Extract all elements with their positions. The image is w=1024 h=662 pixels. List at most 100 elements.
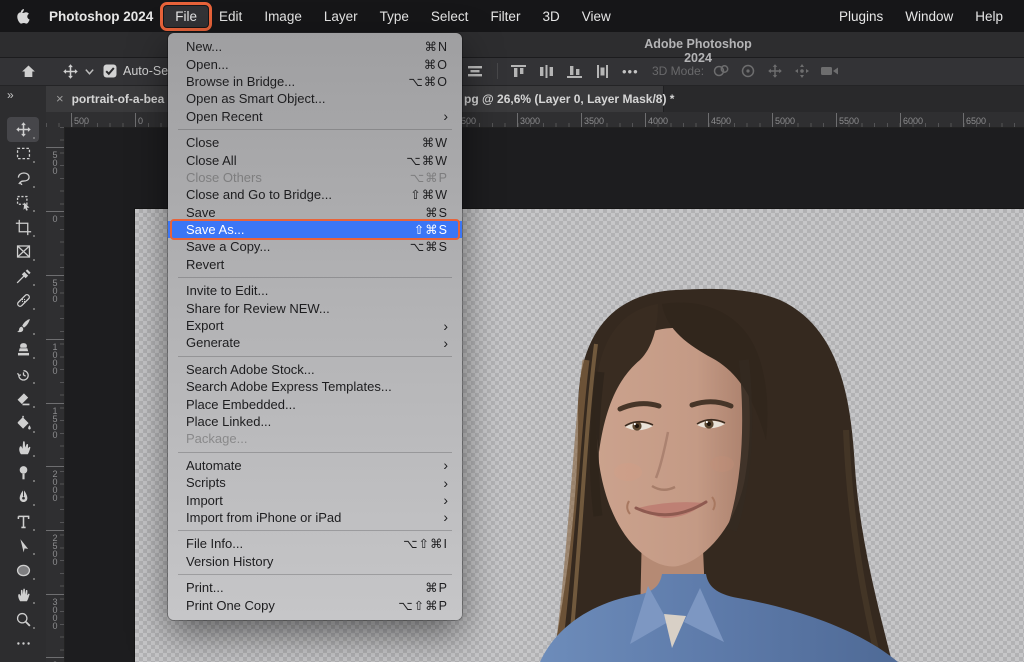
tool-zoom[interactable] [7,607,39,632]
tool-paint-bucket[interactable] [7,411,39,436]
menu-item-close-all[interactable]: Close All ⌥⌘W [168,151,462,168]
tool-type[interactable] [7,509,39,534]
tool-eraser[interactable] [7,387,39,412]
home-icon[interactable] [20,61,37,81]
tools-panel [0,112,46,662]
tool-history-brush[interactable] [7,362,39,387]
tool-object-selection[interactable] [7,191,39,216]
menu-item-browse-in-bridge[interactable]: Browse in Bridge... ⌥⌘O [168,73,462,90]
subtool-dot [33,504,35,506]
menu-item-import[interactable]: Import › [168,491,462,508]
tool-move[interactable] [7,117,39,142]
menubar-item-photoshop-2024[interactable]: Photoshop 2024 [38,6,164,27]
menubar-item-3d[interactable]: 3D [531,6,570,27]
tool-lasso[interactable] [7,166,39,191]
menu-item-label: Invite to Edit... [186,283,448,298]
align-bottom-edges-icon[interactable] [566,61,583,81]
menu-item-import-from-iphone-or-ipad[interactable]: Import from iPhone or iPad › [168,509,462,526]
menubar-item-window[interactable]: Window [894,6,964,27]
vertical-ruler-label: 2500 [50,530,60,565]
chevron-down-icon[interactable] [84,61,95,81]
window-title-bar[interactable] [0,32,1024,58]
menubar-item-image[interactable]: Image [253,6,313,27]
options-separator [497,63,498,79]
menu-item-label: Import [186,493,443,508]
menu-item-search-adobe-stock[interactable]: Search Adobe Stock... [168,361,462,378]
tool-more[interactable] [7,632,39,657]
menu-item-invite-to-edit[interactable]: Invite to Edit... [168,282,462,299]
align-top-edges-icon[interactable] [510,61,527,81]
menu-item-export[interactable]: Export › [168,317,462,334]
tool-marquee[interactable] [7,142,39,167]
menubar-item-view[interactable]: View [571,6,622,27]
menu-item-automate[interactable]: Automate › [168,457,462,474]
menubar-item-file[interactable]: File [164,6,208,27]
vertical-ruler-label: 500 [50,147,60,174]
horizontal-ruler-label: 3000 [517,116,540,126]
distribute-vertical-icon[interactable] [594,61,611,81]
menu-item-print-one-copy[interactable]: Print One Copy ⌥⇧⌘P [168,596,462,613]
tool-brush[interactable] [7,313,39,338]
menu-separator [178,129,452,130]
subtool-dot [33,259,35,261]
tool-smudge[interactable] [7,436,39,461]
align-center-icon[interactable] [466,61,484,81]
tool-crop[interactable] [7,215,39,240]
menu-item-close-others[interactable]: Close Others ⌥⌘P [168,169,462,186]
tool-dodge[interactable] [7,460,39,485]
menu-item-label: File Info... [186,536,403,551]
menu-item-open-as-smart-object[interactable]: Open as Smart Object... [168,90,462,107]
subtool-dot [33,308,35,310]
menubar-item-filter[interactable]: Filter [479,6,531,27]
menu-item-close-and-go-to-bridge[interactable]: Close and Go to Bridge... ⇧⌘W [168,186,462,203]
menubar-item-layer[interactable]: Layer [313,6,369,27]
auto-select-checkbox[interactable] [103,61,117,81]
tool-hand[interactable] [7,583,39,608]
menubar-item-plugins[interactable]: Plugins [828,6,894,27]
menu-item-shortcut: ⌘W [422,135,448,150]
menu-item-new[interactable]: New... ⌘N [168,38,462,55]
apple-icon[interactable] [8,8,38,24]
menu-item-save[interactable]: Save ⌘S [168,204,462,221]
horizontal-ruler-label: 4500 [708,116,731,126]
menu-item-shortcut: › [443,512,448,522]
vertical-ruler[interactable]: 5000500100015002000250030003500 [46,127,65,662]
menu-item-package[interactable]: Package... [168,430,462,447]
menu-item-shortcut: ⌥⌘S [410,239,448,254]
menu-item-version-history[interactable]: Version History [168,553,462,570]
menubar-item-edit[interactable]: Edit [208,6,253,27]
menu-item-save-a-copy[interactable]: Save a Copy... ⌥⌘S [168,238,462,255]
menu-item-revert[interactable]: Revert [168,256,462,273]
menubar-item-type[interactable]: Type [369,6,420,27]
menu-item-close[interactable]: Close ⌘W [168,134,462,151]
menu-item-file-info[interactable]: File Info... ⌥⇧⌘I [168,535,462,552]
menu-item-place-embedded[interactable]: Place Embedded... [168,395,462,412]
tool-eyedropper[interactable] [7,264,39,289]
menu-item-open-recent[interactable]: Open Recent › [168,108,462,125]
distribute-horizontal-icon[interactable] [538,61,555,81]
menu-item-open[interactable]: Open... ⌘O [168,55,462,72]
tool-frame[interactable] [7,240,39,265]
menu-item-shortcut: › [443,460,448,470]
menu-item-share-for-review-new[interactable]: Share for Review NEW... [168,299,462,316]
menubar-item-select[interactable]: Select [420,6,480,27]
menu-item-print[interactable]: Print... ⌘P [168,579,462,596]
menu-item-save-as[interactable]: Save As... ⇧⌘S [168,221,462,238]
panel-collapse-strip[interactable]: » [0,85,46,112]
menu-item-scripts[interactable]: Scripts › [168,474,462,491]
move-tool-preset-icon[interactable] [62,61,79,81]
tool-path-selection[interactable] [7,534,39,559]
tool-pen[interactable] [7,485,39,510]
tool-ellipse[interactable] [7,558,39,583]
vertical-ruler-label: 3000 [50,594,60,629]
tool-healing[interactable] [7,289,39,314]
menu-item-generate[interactable]: Generate › [168,334,462,351]
tab-close-icon[interactable]: × [56,91,64,106]
double-chevron-icon: » [7,88,13,102]
menu-item-search-adobe-express-templates[interactable]: Search Adobe Express Templates... [168,378,462,395]
menu-item-place-linked[interactable]: Place Linked... [168,413,462,430]
menu-item-shortcut: ⌥⇧⌘I [403,536,448,551]
tool-clone-stamp[interactable] [7,338,39,363]
menu-item-label: Generate [186,335,443,350]
menubar-item-help[interactable]: Help [964,6,1014,27]
